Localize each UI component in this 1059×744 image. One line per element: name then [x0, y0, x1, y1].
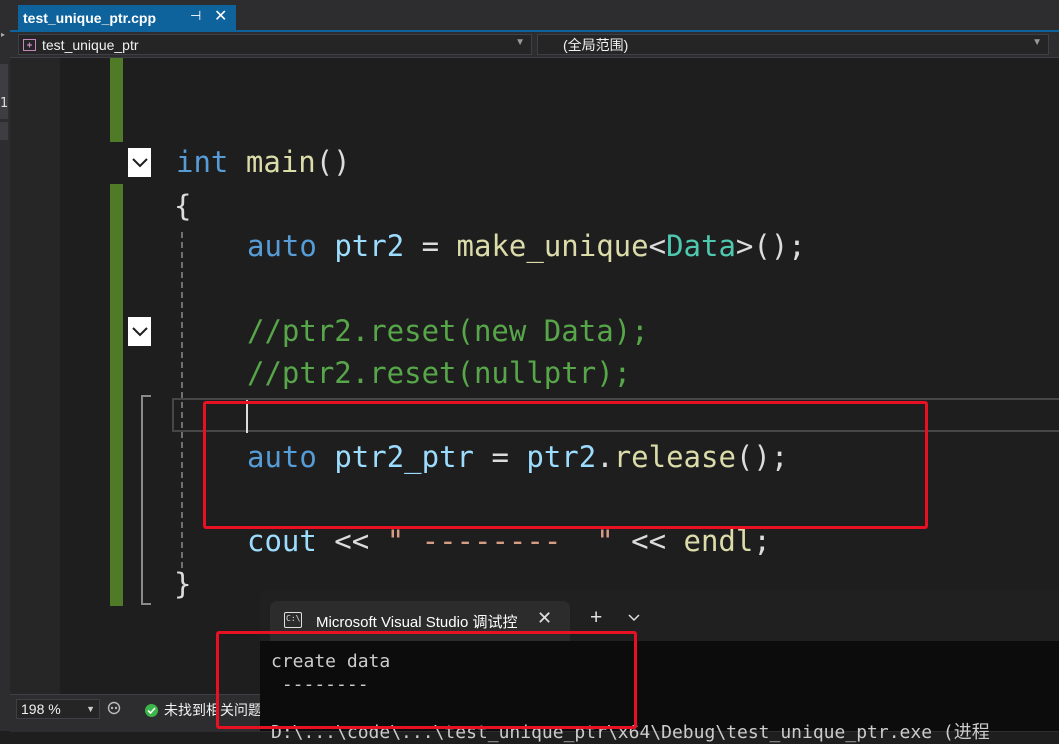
type-name: Data [666, 229, 736, 263]
console-icon: C:\ [284, 612, 302, 628]
navigation-bar: test_unique_ptr ▼ (全局范围) ▼ [10, 32, 1059, 58]
string-literal: " -------- " [386, 524, 614, 558]
keyword: int [176, 145, 229, 179]
outline-bracket-bottom [141, 603, 151, 605]
function-name: make_unique [456, 229, 649, 263]
zoom-dropdown[interactable]: 198 % ▼ [16, 699, 100, 719]
chevron-down-icon [131, 326, 148, 336]
class-scope-icon [23, 38, 37, 51]
outline-bracket-top [141, 395, 151, 397]
project-scope-label: test_unique_ptr [42, 36, 139, 53]
glyph-margin [10, 58, 60, 694]
code-line-cout: cout << " -------- " << endl; [247, 524, 771, 558]
check-circle-icon [145, 703, 158, 717]
highlight-annotation-code [203, 401, 928, 529]
document-tab-bar: test_unique_ptr.cpp ⊣ ✕ [10, 0, 1059, 32]
code-line-main: int main() [176, 145, 351, 179]
variable: cout [247, 524, 317, 558]
punctuation: ; [753, 524, 771, 558]
member-scope-dropdown[interactable]: (全局范围) ▼ [537, 34, 1049, 55]
code-line-make-unique: auto ptr2 = make_unique<Data>(); [247, 229, 806, 263]
chevron-down-icon: ▼ [1032, 37, 1042, 48]
side-panel-tab-2[interactable] [0, 122, 8, 140]
collapse-arrow-icon[interactable]: ▸ [1, 30, 5, 39]
operator: << [613, 524, 684, 558]
punctuation: () [315, 145, 351, 179]
project-scope-dropdown[interactable]: test_unique_ptr ▼ [18, 34, 532, 55]
close-icon[interactable]: ✕ [537, 608, 552, 629]
operator: = [404, 229, 457, 263]
close-tab-icon[interactable]: ✕ [214, 6, 227, 26]
keyword: auto [247, 229, 317, 263]
change-indicator-bar [110, 184, 123, 606]
chevron-down-icon: ▼ [86, 704, 95, 714]
zoom-level: 198 % [21, 701, 61, 717]
left-tool-strip: ▸ 1 [0, 0, 10, 731]
chevron-down-icon: ▼ [515, 37, 525, 48]
variable: ptr2 [334, 229, 405, 263]
pin-icon[interactable]: ⊣ [190, 8, 201, 24]
code-comment-2: //ptr2.reset(nullptr); [247, 356, 632, 390]
function-name: main [245, 145, 316, 179]
change-indicator-bar [110, 58, 123, 142]
chevron-down-icon[interactable] [628, 610, 640, 625]
punctuation: < [648, 229, 667, 263]
tab-test-unique-ptr-cpp[interactable]: test_unique_ptr.cpp ⊣ ✕ [18, 5, 236, 30]
code-comment-1: //ptr2.reset(new Data); [247, 314, 649, 348]
tab-title: test_unique_ptr.cpp [23, 9, 157, 26]
outline-bracket [141, 395, 143, 605]
side-panel-number: 1 [0, 96, 9, 111]
member-scope-label: (全局范围) [563, 36, 629, 53]
function-name: endl [683, 524, 754, 558]
copilot-icon[interactable] [106, 701, 122, 720]
punctuation: >(); [735, 229, 806, 263]
fold-toggle-comment[interactable] [128, 317, 151, 346]
highlight-annotation-output [216, 631, 637, 729]
code-close-brace: } [174, 567, 192, 601]
chevron-down-icon [131, 157, 148, 167]
new-tab-button[interactable]: + [590, 606, 602, 630]
code-open-brace: { [174, 189, 192, 223]
terminal-tab-title: Microsoft Visual Studio 调试控 [316, 614, 518, 631]
fold-toggle-main[interactable] [128, 148, 151, 177]
operator: << [316, 524, 387, 558]
